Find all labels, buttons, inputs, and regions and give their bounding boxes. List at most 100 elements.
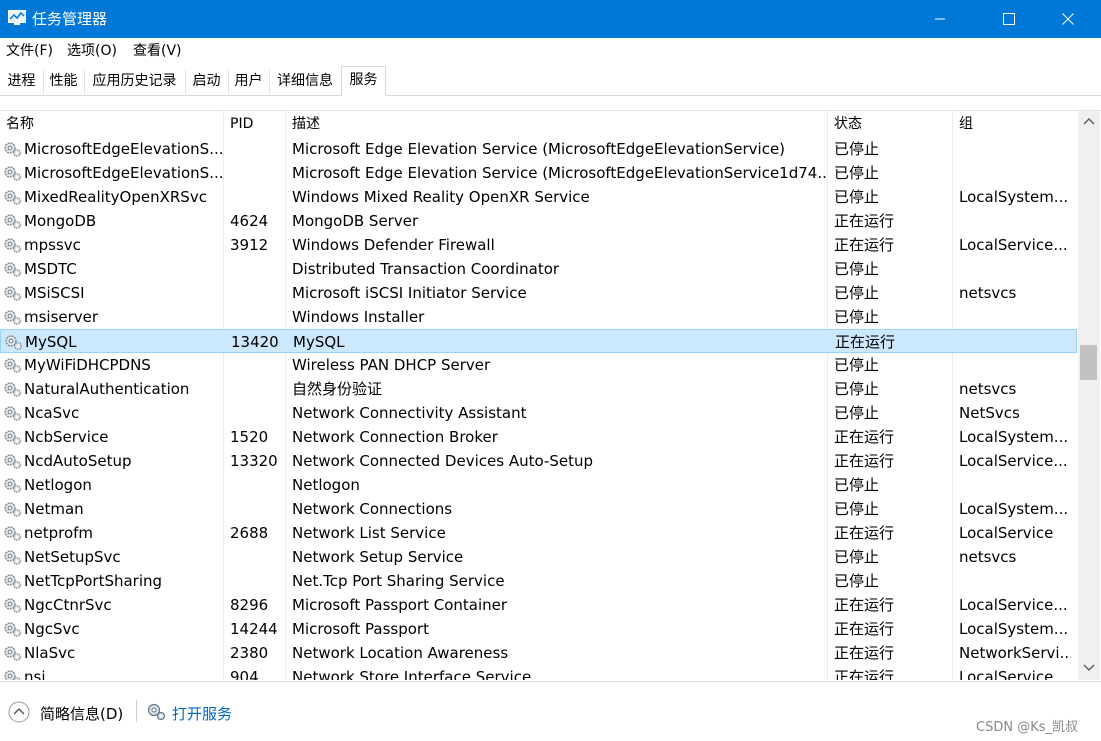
column-status[interactable]: 状态 [828, 111, 953, 137]
service-description: Windows Mixed Reality OpenXR Service [292, 185, 827, 209]
service-status: 已停止 [834, 401, 952, 425]
service-name: NcdAutoSetup [24, 449, 222, 473]
service-group: netsvcs [959, 377, 1071, 401]
service-row[interactable]: MyWiFiDHCPDNS Wireless PAN DHCP Server 已停止 [0, 353, 1077, 377]
service-gear-icon [3, 356, 22, 373]
service-row[interactable]: NcbService1520Network Connection Broker正… [0, 425, 1077, 449]
service-row[interactable]: NetlogonNetlogon已停止 [0, 473, 1077, 497]
service-gear-icon [3, 500, 22, 517]
service-status: 已停止 [834, 257, 952, 281]
service-row[interactable]: MSiSCSIMicrosoft iSCSI Initiator Service… [0, 281, 1077, 305]
window-title: 任务管理器 [32, 9, 107, 29]
close-button[interactable] [1045, 0, 1091, 38]
service-name: MSDTC [24, 257, 222, 281]
menu-file[interactable]: 文件(F) [6, 42, 53, 60]
service-description: MySQL [293, 330, 828, 354]
service-row[interactable]: NaturalAuthentication自然身份验证已停止netsvcs [0, 377, 1077, 401]
service-gear-icon [3, 428, 22, 445]
service-status: 正在运行 [834, 425, 952, 449]
service-status: 正在运行 [834, 233, 952, 257]
service-description: Network Connectivity Assistant [292, 401, 827, 425]
tab-performance[interactable]: 性能 [43, 70, 85, 94]
service-row[interactable]: netprofm2688Network List Service正在运行Loca… [0, 521, 1077, 545]
service-row[interactable]: MySQL13420MySQL正在运行 [0, 329, 1077, 353]
service-row[interactable]: NcdAutoSetup13320Network Connected Devic… [0, 449, 1077, 473]
service-group: netsvcs [959, 281, 1071, 305]
service-name: MicrosoftEdgeElevationS... [24, 137, 222, 161]
maximize-button[interactable] [986, 0, 1032, 38]
minimize-icon [934, 13, 946, 25]
service-status: 已停止 [834, 161, 952, 185]
service-gear-icon [3, 596, 22, 613]
maximize-icon [1003, 13, 1015, 25]
menu-view[interactable]: 查看(V) [133, 42, 182, 60]
tab-services[interactable]: 服务 [341, 66, 386, 97]
tab-app-history[interactable]: 应用历史记录 [84, 70, 186, 94]
scroll-up-icon[interactable] [1083, 117, 1095, 125]
tab-startup[interactable]: 启动 [185, 70, 229, 94]
service-group [959, 209, 1071, 233]
service-description: Wireless PAN DHCP Server [292, 353, 827, 377]
service-gear-icon [3, 620, 22, 637]
tab-content-spacer [0, 96, 1101, 111]
service-row[interactable]: MicrosoftEdgeElevationS...Microsoft Edge… [0, 161, 1077, 185]
service-description: Netlogon [292, 473, 827, 497]
service-name: MongoDB [24, 209, 222, 233]
service-row[interactable]: NcaSvcNetwork Connectivity Assistant已停止N… [0, 401, 1077, 425]
column-pid[interactable]: PID [224, 111, 286, 137]
service-row[interactable]: NlaSvc2380Network Location Awareness正在运行… [0, 641, 1077, 665]
service-row[interactable]: nsi904Network Store Interface Service正在运… [0, 665, 1077, 680]
service-status: 已停止 [834, 545, 952, 569]
column-description[interactable]: 描述 [286, 111, 828, 137]
service-description: Network Connection Broker [292, 425, 827, 449]
service-group [959, 569, 1071, 593]
tab-processes[interactable]: 进程 [0, 70, 44, 94]
menu-options[interactable]: 选项(O) [67, 42, 117, 60]
service-description: Network Store Interface Service [292, 665, 827, 680]
service-row[interactable]: MongoDB4624MongoDB Server正在运行 [0, 209, 1077, 233]
service-group: LocalService... [959, 233, 1071, 257]
open-services-link[interactable]: 打开服务 [172, 703, 232, 724]
service-pid [230, 569, 285, 593]
footer: 简略信息(D) 打开服务 CSDN @Ks_凯叔 [0, 681, 1101, 741]
service-row[interactable]: NetmanNetwork Connections已停止LocalSystem.… [0, 497, 1077, 521]
tab-bar: 进程 性能 应用历史记录 启动 用户 详细信息 服务 [0, 64, 1101, 96]
service-row[interactable]: NgcCtnrSvc8296Microsoft Passport Contain… [0, 593, 1077, 617]
brief-info-button[interactable]: 简略信息(D) [40, 703, 123, 724]
service-row[interactable]: MixedRealityOpenXRSvcWindows Mixed Reali… [0, 185, 1077, 209]
scrollbar-thumb[interactable] [1080, 345, 1097, 380]
service-status: 已停止 [834, 473, 952, 497]
service-row[interactable]: MicrosoftEdgeElevationS... Microsoft Edge… [0, 137, 1077, 161]
service-name: MyWiFiDHCPDNS [24, 353, 222, 377]
service-row[interactable]: mpssvc3912Windows Defender Firewall正在运行L… [0, 233, 1077, 257]
service-name: NgcCtnrSvc [24, 593, 222, 617]
scroll-down-icon[interactable] [1083, 664, 1095, 672]
vertical-scrollbar[interactable] [1078, 111, 1100, 680]
service-pid [230, 281, 285, 305]
service-gear-icon [3, 284, 22, 301]
column-group[interactable]: 组 [953, 111, 1078, 137]
service-group: LocalService [959, 521, 1071, 545]
tab-details[interactable]: 详细信息 [269, 70, 342, 94]
service-status: 正在运行 [834, 449, 952, 473]
service-row[interactable]: NetSetupSvcNetwork Setup Service已停止netsv… [0, 545, 1077, 569]
service-pid [230, 497, 285, 521]
service-status: 已停止 [834, 281, 952, 305]
service-name: NetSetupSvc [24, 545, 222, 569]
service-row[interactable]: msiserverWindows Installer已停止 [0, 305, 1077, 329]
minimize-button[interactable] [917, 0, 963, 38]
service-status: 已停止 [834, 353, 952, 377]
collapse-chevron-icon[interactable] [8, 701, 30, 723]
service-name: NaturalAuthentication [24, 377, 222, 401]
column-name[interactable]: 名称 [0, 111, 224, 137]
watermark: CSDN @Ks_凯叔 [976, 716, 1078, 735]
service-status: 正在运行 [834, 521, 952, 545]
task-manager-icon [8, 10, 26, 26]
service-row[interactable]: NgcSvc14244Microsoft Passport正在运行LocalSy… [0, 617, 1077, 641]
service-description: Net.Tcp Port Sharing Service [292, 569, 827, 593]
tab-users[interactable]: 用户 [228, 70, 270, 94]
service-description: Microsoft Edge Elevation Service (Micros… [292, 137, 827, 161]
service-row[interactable]: NetTcpPortSharingNet.Tcp Port Sharing Se… [0, 569, 1077, 593]
service-row[interactable]: MSDTCDistributed Transaction Coordinator… [0, 257, 1077, 281]
service-gear-icon [3, 164, 22, 181]
